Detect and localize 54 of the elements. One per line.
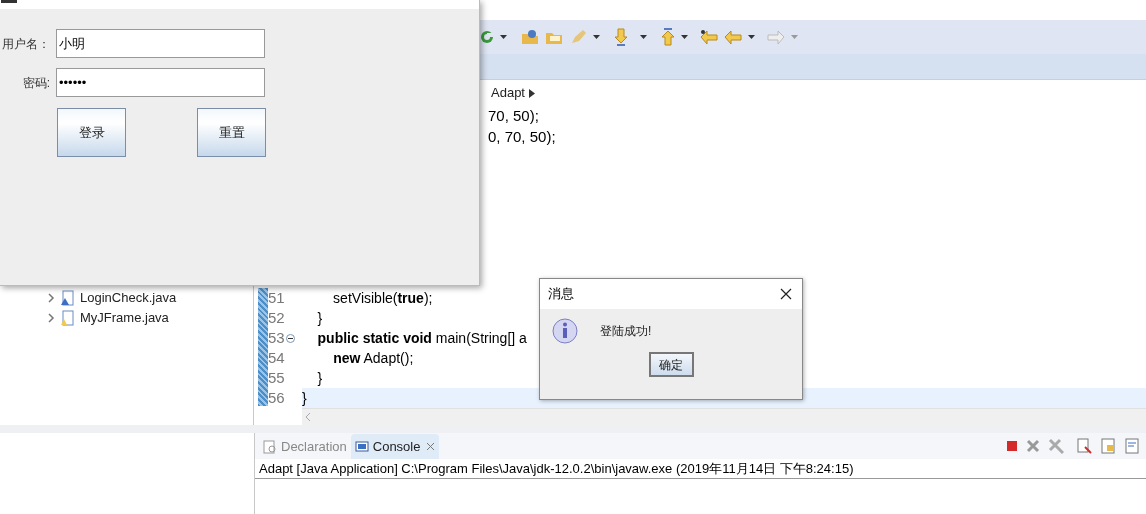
code-line: } [302,388,307,408]
code-line: new Adapt(); [332,348,414,368]
clear-console-icon[interactable] [1076,438,1092,454]
field-label: 密码: [22,74,50,92]
word-wrap-icon[interactable] [1124,438,1140,454]
scroll-left-icon[interactable] [304,412,312,422]
form-button[interactable]: 登录 [57,108,126,157]
code-line: public static void main(String[] a [316,328,527,348]
code-line: 70, 50); [487,106,540,127]
collapsed-caret-icon[interactable] [46,293,56,303]
field-label: 用户名： [2,35,50,53]
dialog-message: 登陆成功! [600,323,652,340]
remove-all-icon[interactable] [1048,438,1064,454]
console-icon[interactable] [354,439,369,454]
collapsed-caret-icon[interactable] [46,313,56,323]
code-line: 0, 70, 50); [487,127,557,148]
code-line: setVisible(true); [332,288,433,308]
line-number: 53 [268,327,285,348]
scroll-lock-icon[interactable] [1100,438,1116,454]
up-arrow-icon[interactable] [661,28,675,46]
line-number: 55 [268,367,285,388]
caret-icon[interactable] [748,35,755,39]
caret-icon[interactable] [500,35,507,39]
panel-tab[interactable]: Console [350,434,440,459]
line-number: 51 [268,287,285,308]
info-icon[interactable] [552,318,578,344]
line-number: 52 [268,307,285,328]
remove-icon[interactable] [1026,439,1040,453]
stop-icon[interactable] [1006,440,1018,452]
line-number: 56 [268,387,285,408]
breadcrumb-item[interactable]: Adapt [491,83,525,103]
input-field[interactable]: 小明 [56,29,265,58]
close-icon[interactable] [780,288,792,300]
file-name[interactable]: MyJFrame.java [80,308,169,328]
down-arrow-icon[interactable] [614,28,628,46]
folder-icon[interactable] [521,29,539,45]
triangle-right-icon[interactable] [529,88,535,98]
refresh-icon[interactable] [480,30,494,44]
java-file-icon[interactable] [60,290,74,306]
code-line: } [316,368,323,388]
form-button[interactable]: 重置 [197,108,266,157]
code-line: } [316,308,323,328]
file-name[interactable]: LoginCheck.java [80,288,177,308]
collapse-icon[interactable] [285,333,295,343]
line-number: 54 [268,347,285,368]
caret-icon[interactable] [640,35,647,39]
console-header: Adapt [Java Application] C:\Program Files\Java\jdk-12.0.2\bin\javaw.exe (2019年11月14日 下午8:24:15) [255,459,1146,479]
caret-icon[interactable] [681,35,688,39]
back-arrow-icon[interactable] [700,30,718,44]
dialog-title: 消息 [548,285,574,304]
ok-button[interactable]: 确定 [648,352,694,377]
input-field[interactable]: •••••• [56,68,265,97]
declaration-icon[interactable] [263,439,277,454]
caret-icon[interactable] [593,35,600,39]
